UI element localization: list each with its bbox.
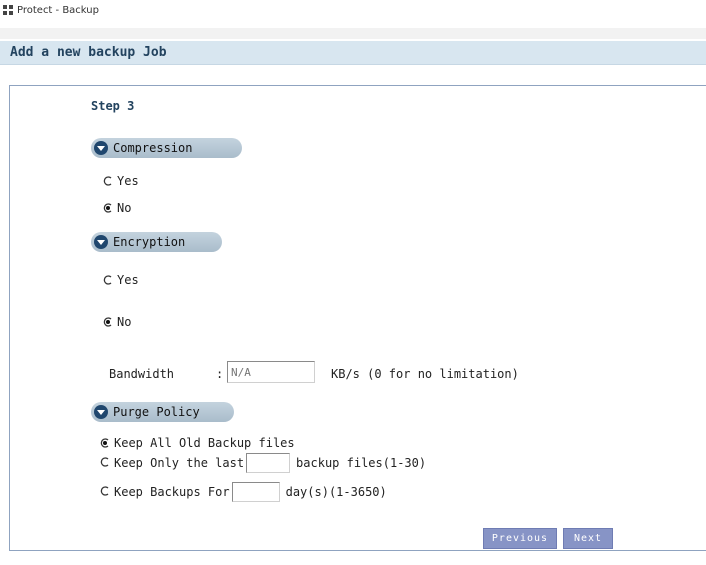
bandwidth-unit-hint: KB/s (0 for no limitation) (331, 367, 519, 381)
compression-yes-option[interactable]: Yes (103, 174, 139, 188)
purge-keep-last-radio[interactable] (100, 457, 110, 469)
purge-keep-all-radio[interactable] (100, 438, 110, 450)
bandwidth-label: Bandwidth (109, 367, 175, 381)
page-title: Add a new backup Job (0, 41, 706, 65)
compression-no-label: No (117, 201, 132, 215)
purge-keep-last-option[interactable]: Keep Only the last backup files(1-30) (100, 453, 426, 473)
window-title: Protect - Backup (17, 4, 99, 16)
step-label: Step 3 (91, 99, 135, 113)
compression-section-header[interactable]: Compression (91, 138, 242, 158)
expand-arrow-icon (94, 235, 108, 249)
encryption-yes-radio[interactable] (103, 275, 113, 287)
compression-no-radio[interactable] (103, 203, 113, 215)
bandwidth-separator: : (216, 367, 224, 381)
keep-days-input[interactable] (231, 482, 280, 502)
purge-keep-for-prefix: Keep Backups For (114, 485, 230, 499)
window-title-bar: Protect - Backup (0, 0, 706, 20)
compression-label: Compression (113, 141, 193, 155)
grid-icon (3, 5, 13, 15)
expand-arrow-icon (94, 141, 108, 155)
header-band (0, 28, 706, 39)
compression-yes-label: Yes (117, 174, 139, 188)
encryption-label: Encryption (113, 235, 186, 249)
encryption-yes-label: Yes (117, 273, 139, 287)
encryption-no-radio[interactable] (103, 317, 113, 329)
purge-keep-last-prefix: Keep Only the last (114, 456, 245, 470)
encryption-yes-option[interactable]: Yes (103, 273, 139, 287)
compression-yes-radio[interactable] (103, 176, 113, 188)
encryption-no-label: No (117, 315, 132, 329)
purge-keep-all-label: Keep All Old Backup files (114, 436, 295, 450)
encryption-section-header[interactable]: Encryption (91, 232, 222, 252)
purge-keep-last-suffix: backup files(1-30) (296, 456, 427, 470)
encryption-no-option[interactable]: No (103, 315, 131, 329)
next-button[interactable]: Next (563, 528, 613, 549)
keep-last-count-input[interactable] (246, 453, 291, 473)
previous-button[interactable]: Previous (483, 528, 557, 549)
purge-keep-all-option[interactable]: Keep All Old Backup files (100, 436, 295, 450)
compression-no-option[interactable]: No (103, 201, 131, 215)
expand-arrow-icon (94, 405, 108, 419)
purge-keep-for-suffix: day(s)(1-3650) (285, 485, 387, 499)
bandwidth-input[interactable] (227, 361, 315, 383)
purge-policy-section-header[interactable]: Purge Policy (91, 402, 234, 422)
purge-keep-for-radio[interactable] (100, 486, 110, 498)
purge-keep-for-option[interactable]: Keep Backups For day(s)(1-3650) (100, 482, 387, 502)
purge-policy-label: Purge Policy (113, 405, 200, 419)
